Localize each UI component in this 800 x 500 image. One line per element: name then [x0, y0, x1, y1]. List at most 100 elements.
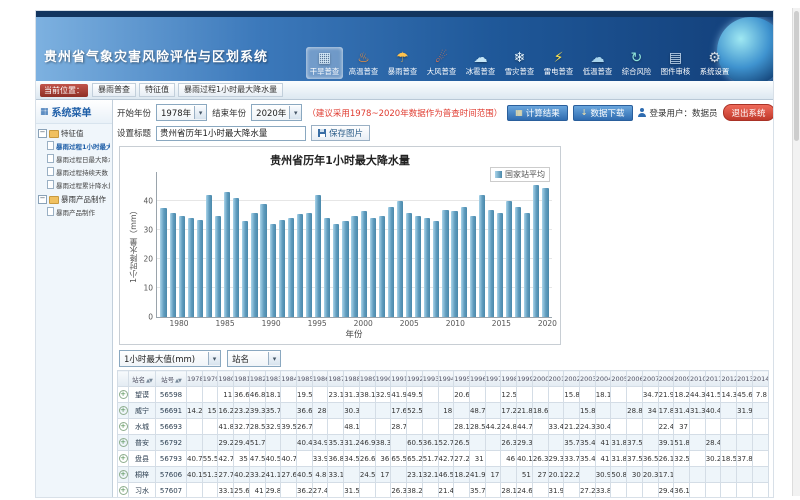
col-header-year-1982[interactable]: 1982	[249, 371, 265, 387]
col-header-year-1991[interactable]: 1991	[391, 371, 407, 387]
nav-item-7[interactable]: ⚡雷电普查	[540, 47, 577, 79]
col-header-year-2000[interactable]: 2000	[532, 371, 548, 387]
col-header-year-1996[interactable]: 1996	[469, 371, 485, 387]
col-header-year-1978[interactable]: 1978	[187, 371, 203, 387]
nav-item-5[interactable]: ☁冰雹普查	[462, 47, 499, 79]
table-row-56792[interactable]: +普安5679229.229.451.740.434.935.331.246.9…	[118, 435, 769, 451]
value-type-select[interactable]: 1小时最大值(mm) ▾	[119, 350, 221, 367]
collapse-icon[interactable]: −	[38, 195, 47, 204]
value-cell: 65.5	[391, 451, 407, 467]
col-header-station-id[interactable]: 站号▲▼	[156, 371, 187, 387]
scrollbar-thumb[interactable]	[794, 11, 799, 141]
value-cell: 40.2	[234, 467, 250, 483]
collapse-icon[interactable]: −	[38, 129, 47, 138]
col-header-year-2008[interactable]: 2008	[658, 371, 674, 387]
sort-icon[interactable]: ▲▼	[146, 378, 152, 384]
tree-group-label[interactable]: −特征值	[38, 128, 110, 139]
table-row-56598[interactable]: +望谟565981136.646.818.119.523.131.338.132…	[118, 387, 769, 403]
expand-row-icon[interactable]: +	[119, 390, 128, 399]
table-row-57607[interactable]: +习水5760733.125.64129.836.227.431.526.338…	[118, 483, 769, 498]
col-header-year-1997[interactable]: 1997	[485, 371, 501, 387]
expand-row-icon[interactable]: +	[119, 454, 128, 463]
col-header-year-2010[interactable]: 2010	[690, 371, 706, 387]
station-filter-select[interactable]: 站名 ▾	[227, 350, 281, 367]
download-button[interactable]: ↓ 数据下载	[573, 105, 633, 121]
tree-item[interactable]: 暴雨过程累计降水量	[38, 178, 110, 191]
col-header-year-2007[interactable]: 2007	[642, 371, 658, 387]
sort-icon[interactable]: ▲▼	[175, 378, 181, 384]
nav-item-8[interactable]: ☁低温普查	[579, 47, 616, 79]
col-header-year-1999[interactable]: 1999	[517, 371, 533, 387]
col-header-year-2004[interactable]: 2004	[595, 371, 611, 387]
col-header-year-1983[interactable]: 1983	[265, 371, 281, 387]
tree-item[interactable]: 暴雨过程持续天数	[38, 165, 110, 178]
table-row-56693[interactable]: +水城5669341.832.728.532.939.526.748.128.7…	[118, 419, 769, 435]
col-header-year-2006[interactable]: 2006	[627, 371, 643, 387]
nav-item-3[interactable]: ☂暴雨普查	[384, 47, 421, 79]
chart-bar-1980	[179, 216, 185, 318]
table-row-57606[interactable]: +桐梓5760640.151.327.740.233.241.127.640.5…	[118, 467, 769, 483]
col-header-year-1990[interactable]: 1990	[375, 371, 391, 387]
expand-row-icon[interactable]: +	[119, 406, 128, 415]
nav-item-1[interactable]: ▦干旱普查	[306, 47, 343, 79]
col-header-station-name[interactable]: 站名▲▼	[129, 371, 156, 387]
value-cell	[611, 483, 627, 498]
end-year-label: 结束年份	[212, 107, 246, 119]
col-header-year-2013[interactable]: 2013	[737, 371, 753, 387]
col-header-year-2003[interactable]: 2003	[579, 371, 595, 387]
col-header-year-1979[interactable]: 1979	[202, 371, 218, 387]
table-row-56691[interactable]: +威宁5669114.21516.223.239.335.736.62830.3…	[118, 403, 769, 419]
nav-item-11[interactable]: ⚙系统设置	[696, 47, 733, 79]
col-header-year-2009[interactable]: 2009	[674, 371, 690, 387]
col-header-year-1986[interactable]: 1986	[312, 371, 328, 387]
breadcrumb-item-3[interactable]: 暴雨过程1小时最大降水量	[178, 83, 283, 97]
value-cell	[312, 387, 328, 403]
tree-group-label[interactable]: −暴雨产品制作	[38, 194, 110, 205]
tree-item[interactable]: 暴雨过程日最大降水量	[38, 152, 110, 165]
col-header-year-1989[interactable]: 1989	[359, 371, 375, 387]
map-review-icon: ▤	[657, 50, 694, 67]
expand-row-icon[interactable]: +	[119, 470, 128, 479]
col-header-year-2012[interactable]: 2012	[721, 371, 737, 387]
breadcrumb-item-1[interactable]: 暴雨普查	[92, 83, 136, 97]
value-cell: 7.8	[752, 387, 768, 403]
sidebar-title: ▦ 系统菜单	[36, 100, 112, 124]
col-header-year-1981[interactable]: 1981	[234, 371, 250, 387]
table-row-56793[interactable]: +盘县5679340.755.542.73547.540.540.733.936…	[118, 451, 769, 467]
calculate-button[interactable]: ▦ 计算结果	[507, 105, 568, 121]
col-header-year-2005[interactable]: 2005	[611, 371, 627, 387]
tree-item[interactable]: 暴雨过程1小时最大降水量	[38, 139, 110, 152]
expand-row-icon[interactable]: +	[119, 486, 128, 495]
col-header-year-1994[interactable]: 1994	[438, 371, 454, 387]
col-header-year-1984[interactable]: 1984	[281, 371, 297, 387]
col-header-year-2001[interactable]: 2001	[548, 371, 564, 387]
nav-item-4[interactable]: ☄大风普查	[423, 47, 460, 79]
col-header-year-2014[interactable]: 2014	[752, 371, 768, 387]
end-year-select[interactable]: 2020年 ▾	[251, 104, 302, 121]
col-header-year-1987[interactable]: 1987	[328, 371, 344, 387]
col-header-year-1988[interactable]: 1988	[344, 371, 360, 387]
col-header-year-2002[interactable]: 2002	[564, 371, 580, 387]
col-header-year-1995[interactable]: 1995	[454, 371, 470, 387]
nav-item-6[interactable]: ❄雪灾普查	[501, 47, 538, 79]
expand-row-icon[interactable]: +	[119, 422, 128, 431]
vertical-scrollbar[interactable]	[792, 8, 800, 496]
breadcrumb-item-2[interactable]: 特征值	[139, 83, 175, 97]
tree-item[interactable]: 暴雨产品制作	[38, 205, 110, 218]
logout-button[interactable]: 退出系统	[723, 104, 773, 121]
col-header-year-1993[interactable]: 1993	[422, 371, 438, 387]
chart-title-input[interactable]	[156, 126, 306, 141]
nav-item-10[interactable]: ▤图件审核	[657, 47, 694, 79]
col-header-year-1992[interactable]: 1992	[407, 371, 423, 387]
nav-item-2[interactable]: ♨高温普查	[345, 47, 382, 79]
start-year-select[interactable]: 1978年 ▾	[156, 104, 207, 121]
col-header-year-1980[interactable]: 1980	[218, 371, 234, 387]
expand-row-icon[interactable]: +	[119, 438, 128, 447]
save-image-button[interactable]: 保存图片	[311, 125, 370, 141]
value-cell: 42.7	[218, 451, 234, 467]
nav-item-label: 干旱普查	[307, 67, 341, 76]
col-header-year-2011[interactable]: 2011	[705, 371, 721, 387]
col-header-year-1998[interactable]: 1998	[501, 371, 517, 387]
nav-item-9[interactable]: ↻综合风险	[618, 47, 655, 79]
col-header-year-1985[interactable]: 1985	[297, 371, 313, 387]
